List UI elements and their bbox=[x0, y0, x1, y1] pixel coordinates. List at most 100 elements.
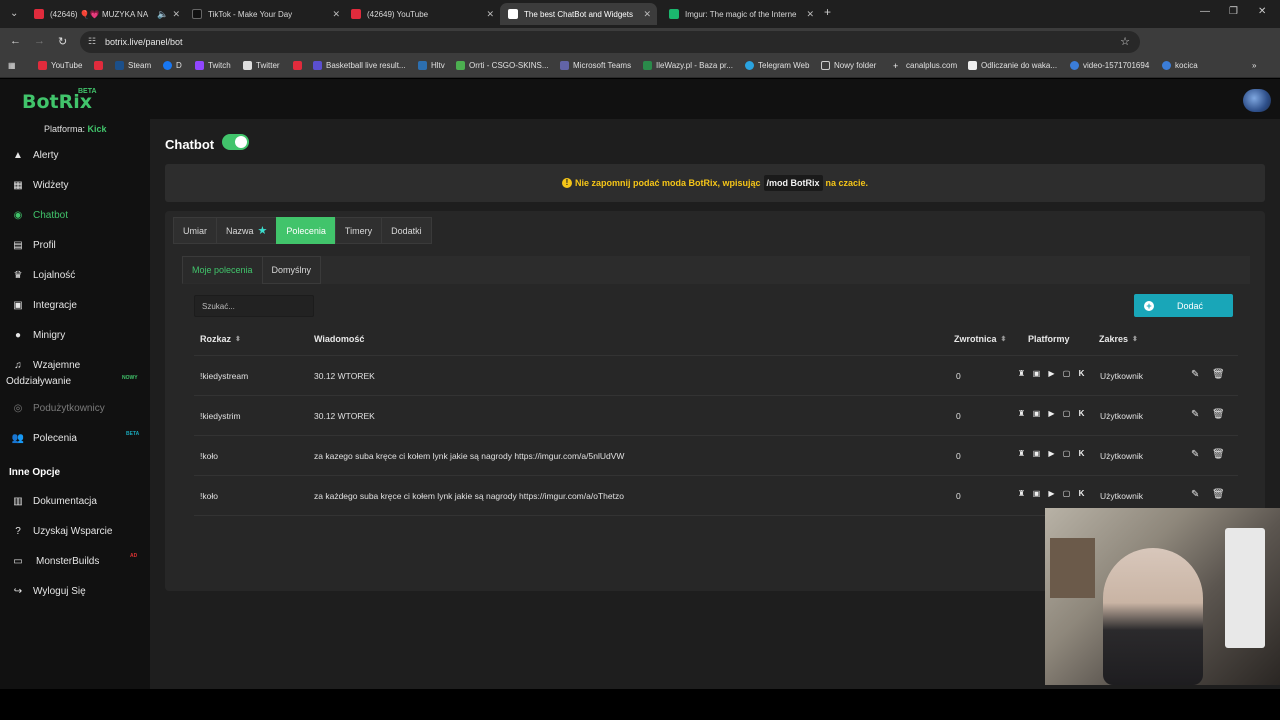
sidebar-item-uzyskaj-wsparcie[interactable]: ? Uzyskaj Wsparcie bbox=[12, 525, 112, 537]
command-cooldown: 0 bbox=[956, 491, 961, 501]
tab-dodatki[interactable]: Dodatki bbox=[381, 217, 432, 244]
close-tab-icon[interactable]: ✕ bbox=[643, 9, 651, 20]
tab-search-icon[interactable]: ⌄ bbox=[10, 8, 18, 19]
platform-indicator: Platforma: Kick bbox=[44, 124, 107, 134]
sidebar-item-dokumentacja[interactable]: ▥ Dokumentacja bbox=[12, 495, 97, 507]
mute-icon[interactable]: 🔈 bbox=[157, 9, 168, 20]
column-header-scope[interactable]: Zakres ⬍ bbox=[1099, 334, 1138, 344]
sidebar-item-profil[interactable]: ▤ Profil bbox=[12, 239, 56, 251]
new-tab-icon[interactable]: + bbox=[824, 5, 831, 19]
sidebar-item-wzajemne-line2[interactable]: Oddziaływanie bbox=[6, 376, 71, 387]
bookmark-item[interactable]: Telegram Web bbox=[745, 61, 809, 70]
minimize-icon[interactable]: — bbox=[1200, 6, 1210, 17]
address-bar[interactable]: ☷ botrix.live/panel/bot ☆ bbox=[80, 31, 1140, 53]
table-row: !kiedystream 30.12 WTOREK 0 ♜ ▣ ▶ ▢ K Użytko… bbox=[194, 356, 1238, 396]
bookmark-item[interactable] bbox=[94, 61, 107, 70]
reload-icon[interactable]: ↻ bbox=[58, 35, 67, 48]
maximize-icon[interactable]: ❐ bbox=[1229, 6, 1238, 17]
delete-trash-icon[interactable]: 🗑 bbox=[1212, 489, 1225, 500]
bookmark-item[interactable]: Odliczanie do waka... bbox=[968, 61, 1057, 70]
subtab-domyslny[interactable]: Domyślny bbox=[261, 256, 322, 284]
close-tab-icon[interactable]: ✕ bbox=[332, 9, 340, 20]
bookmark-item[interactable]: Microsoft Teams bbox=[560, 61, 631, 70]
window-close-icon[interactable]: ✕ bbox=[1258, 6, 1266, 17]
command-message: za kazego suba kręce ci kołem lynk jakie… bbox=[314, 451, 625, 461]
banner-command: /mod BotRix bbox=[763, 175, 823, 191]
sidebar-item-wzajemne[interactable]: ♫ Wzajemne bbox=[12, 359, 80, 371]
edit-pencil-icon[interactable]: ✎ bbox=[1191, 489, 1199, 500]
chatbot-enable-toggle[interactable] bbox=[222, 134, 249, 150]
sidebar: Platforma: Kick ▲ Alerty ▦ Widżety ◉ Chatbo… bbox=[0, 119, 150, 689]
bookmark-item[interactable]: Twitch bbox=[195, 61, 231, 70]
platform-icons: ♜ ▣ ▶ ▢ K bbox=[1016, 368, 1091, 379]
column-header-platforms: Platformy bbox=[1028, 334, 1070, 344]
back-icon[interactable]: ← bbox=[10, 35, 21, 47]
add-command-button[interactable]: + Dodać bbox=[1134, 294, 1233, 317]
toggle-knob bbox=[235, 136, 247, 148]
bookmark-item[interactable]: Hltv bbox=[418, 61, 445, 70]
browser-tab[interactable]: Imgur: The magic of the Interne ✕ bbox=[667, 3, 814, 25]
browser-tab[interactable]: (42649) YouTube ✕ bbox=[349, 3, 494, 25]
bookmark-item[interactable]: video-1571701694 bbox=[1070, 61, 1149, 70]
bookmark-item[interactable]: Orrti - CSGO-SKINS... bbox=[456, 61, 549, 70]
bookmark-item[interactable]: IleWazy.pl - Baza pr... bbox=[643, 61, 733, 70]
close-tab-icon[interactable]: ✕ bbox=[486, 9, 494, 20]
close-tab-icon[interactable]: ✕ bbox=[806, 9, 814, 20]
sidebar-item-lojalnosc[interactable]: ♛ Lojalność bbox=[12, 269, 76, 281]
delete-trash-icon[interactable]: 🗑 bbox=[1212, 449, 1225, 460]
sidebar-item-integracje[interactable]: ▣ Integracje bbox=[12, 299, 77, 311]
bookmark-label: Microsoft Teams bbox=[573, 61, 632, 70]
sidebar-item-polecenia[interactable]: 👥 Polecenia bbox=[12, 432, 77, 444]
bookmark-item[interactable]: kocica bbox=[1162, 61, 1198, 70]
bookmark-item[interactable]: Steam bbox=[115, 61, 151, 70]
tab-timery[interactable]: Timery bbox=[334, 217, 383, 244]
sidebar-item-poduzytkownicy[interactable]: ◎ Podużytkownicy bbox=[12, 402, 105, 414]
bookmark-star-icon[interactable]: ☆ bbox=[1120, 35, 1130, 48]
apps-grid-icon[interactable]: ▦ bbox=[8, 61, 16, 70]
sidebar-item-minigry[interactable]: ● Minigry bbox=[12, 329, 65, 341]
delete-trash-icon[interactable]: 🗑 bbox=[1212, 369, 1225, 380]
command-cooldown: 0 bbox=[956, 451, 961, 461]
banner-text: Nie zapomnij podać moda BotRix, wpisując bbox=[574, 178, 761, 188]
tab-umiar[interactable]: Umiar bbox=[173, 217, 217, 244]
sort-icon[interactable]: ⬍ bbox=[1132, 335, 1138, 343]
botrix-favicon-icon bbox=[508, 9, 518, 19]
browser-tab-active[interactable]: The best ChatBot and Widgets ✕ bbox=[500, 3, 657, 25]
search-input[interactable] bbox=[194, 295, 314, 317]
column-header-cooldown[interactable]: Zwrotnica ⬍ bbox=[954, 334, 1006, 344]
browser-tab[interactable]: TikTok - Make Your Day ✕ bbox=[190, 3, 340, 25]
edit-pencil-icon[interactable]: ✎ bbox=[1191, 409, 1199, 420]
delete-trash-icon[interactable]: 🗑 bbox=[1212, 409, 1225, 420]
subtab-moje-polecenia[interactable]: Moje polecenia bbox=[182, 256, 263, 284]
tab-nazwa[interactable]: Nazwa ★ bbox=[216, 217, 278, 244]
bookmark-item[interactable]: D bbox=[163, 61, 182, 70]
sidebar-item-monsterbuilds[interactable]: ▭ MonsterBuilds bbox=[12, 555, 99, 567]
table-row: !koło za kazego suba kręce ci kołem lynk… bbox=[194, 436, 1238, 476]
bookmark-item[interactable]: Basketball live result... bbox=[313, 61, 406, 70]
logout-icon: ↪ bbox=[13, 585, 23, 597]
close-tab-icon[interactable]: ✕ bbox=[172, 9, 180, 20]
bookmark-folder[interactable]: Nowy folder bbox=[821, 61, 876, 70]
subtab-label: Moje polecenia bbox=[192, 265, 253, 275]
browser-tab[interactable]: (42646) 🎈💗 MUZYKA NA 🔈 ✕ bbox=[30, 3, 180, 25]
sort-icon[interactable]: ⬍ bbox=[1001, 335, 1007, 343]
edit-pencil-icon[interactable]: ✎ bbox=[1191, 369, 1199, 380]
site-info-icon[interactable]: ☷ bbox=[88, 36, 96, 47]
sort-icon[interactable]: ⬍ bbox=[235, 335, 241, 343]
column-header-command[interactable]: Rozkaz ⬍ bbox=[200, 334, 241, 344]
twitch-icon bbox=[195, 61, 204, 70]
bookmark-item[interactable]: YouTube bbox=[38, 61, 82, 70]
forward-icon[interactable]: → bbox=[34, 35, 45, 47]
more-bookmarks-icon[interactable]: » bbox=[1252, 61, 1256, 70]
sidebar-item-wyloguj[interactable]: ↪ Wyloguj Się bbox=[12, 585, 86, 597]
bookmark-item[interactable] bbox=[293, 61, 306, 70]
sidebar-item-alerty[interactable]: ▲ Alerty bbox=[12, 149, 59, 161]
tab-polecenia[interactable]: Polecenia bbox=[276, 217, 336, 244]
sidebar-item-widzety[interactable]: ▦ Widżety bbox=[12, 179, 68, 191]
user-avatar[interactable] bbox=[1243, 89, 1271, 112]
bookmark-label: IleWazy.pl - Baza pr... bbox=[656, 61, 733, 70]
bookmark-item[interactable]: Twitter bbox=[243, 61, 280, 70]
edit-pencil-icon[interactable]: ✎ bbox=[1191, 449, 1199, 460]
sidebar-item-chatbot[interactable]: ◉ Chatbot bbox=[12, 209, 68, 221]
bookmark-item[interactable]: + canalplus.com bbox=[893, 61, 957, 71]
